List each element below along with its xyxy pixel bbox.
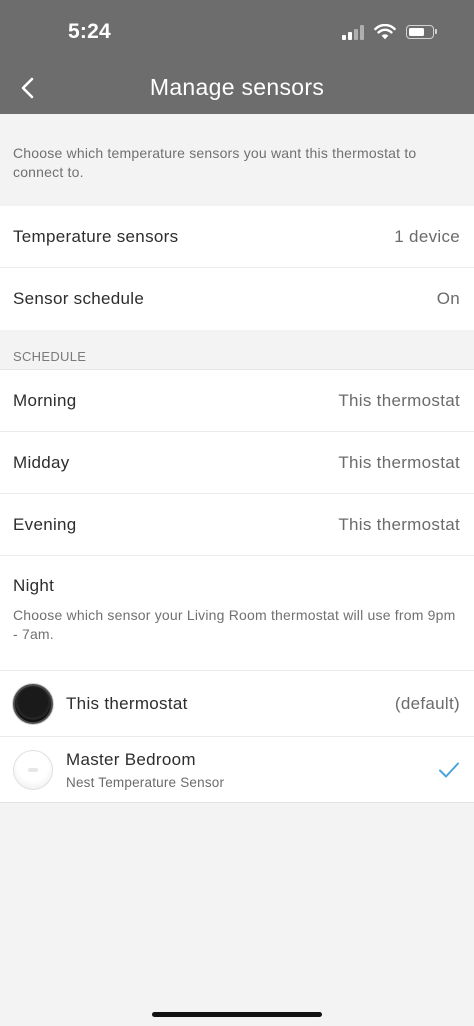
temperature-sensor-icon	[13, 749, 53, 790]
row-label: Temperature sensors	[13, 226, 179, 246]
thermostat-icon	[13, 683, 53, 724]
row-value: 1 device	[394, 226, 460, 246]
device-name: Master Bedroom	[66, 749, 196, 769]
night-description: Choose which sensor your Living Room the…	[13, 607, 456, 642]
status-time: 5:24	[68, 20, 111, 43]
row-label: Morning	[13, 390, 77, 410]
default-label: (default)	[394, 693, 460, 713]
night-section: Night Choose which sensor your Living Ro…	[0, 556, 474, 671]
schedule-row-morning[interactable]: Morning This thermostat	[0, 370, 474, 432]
schedule-section-header: SCHEDULE	[0, 330, 474, 370]
page-title: Manage sensors	[149, 74, 325, 100]
device-text: Master Bedroom Nest Temperature Sensor	[66, 750, 438, 790]
row-value: This thermostat	[338, 514, 460, 534]
night-title: Night	[13, 576, 55, 595]
row-label: Midday	[13, 452, 70, 472]
cellular-signal-icon	[342, 24, 364, 40]
status-icons	[342, 22, 437, 42]
device-name: This thermostat	[66, 693, 188, 713]
schedule-list: Morning This thermostat Midday This ther…	[0, 370, 474, 803]
row-label: Evening	[13, 514, 77, 534]
row-value: This thermostat	[338, 452, 460, 472]
battery-icon	[406, 25, 437, 39]
wifi-icon	[374, 24, 396, 40]
device-subtitle: Nest Temperature Sensor	[66, 774, 225, 790]
sensor-schedule-row[interactable]: Sensor schedule On	[0, 268, 474, 330]
schedule-row-evening[interactable]: Evening This thermostat	[0, 494, 474, 556]
device-option-master-bedroom[interactable]: Master Bedroom Nest Temperature Sensor	[0, 737, 474, 803]
row-value: On	[436, 289, 460, 308]
schedule-row-midday[interactable]: Midday This thermostat	[0, 432, 474, 494]
temperature-sensors-row[interactable]: Temperature sensors 1 device	[0, 206, 474, 268]
home-indicator[interactable]	[152, 1012, 322, 1017]
checkmark-icon	[439, 762, 459, 777]
main-content: Choose which temperature sensors you wan…	[0, 114, 474, 803]
intro-text: Choose which temperature sensors you wan…	[13, 145, 417, 180]
device-text: This thermostat	[66, 694, 395, 714]
row-value: This thermostat	[338, 390, 460, 410]
app-header: 5:24 Manage sensors	[0, 0, 474, 114]
settings-list: Temperature sensors 1 device Sensor sche…	[0, 206, 474, 330]
row-label: Sensor schedule	[13, 289, 145, 308]
device-option-this-thermostat[interactable]: This thermostat (default)	[0, 671, 474, 737]
